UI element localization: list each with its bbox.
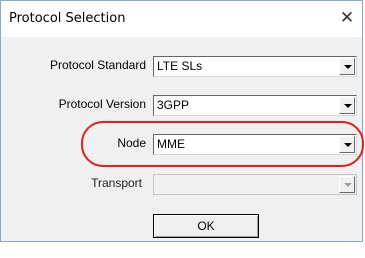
close-icon[interactable]: ✕ (336, 7, 358, 29)
node-dropdown-button[interactable] (339, 136, 355, 153)
protocol-version-value: 3GPP (157, 98, 190, 112)
node-value: MME (157, 137, 185, 151)
protocol-standard-dropdown[interactable]: LTE SLs (153, 56, 357, 77)
dialog-title: Protocol Selection (9, 11, 126, 26)
ok-button[interactable]: OK (153, 214, 259, 238)
protocol-standard-label: Protocol Standard (49, 58, 146, 72)
chevron-down-icon (344, 65, 352, 69)
protocol-version-dropdown-button[interactable] (339, 97, 355, 114)
protocol-standard-dropdown-button[interactable] (339, 58, 355, 75)
protocol-selection-dialog: Protocol Selection ✕ Protocol Standard L… (0, 0, 364, 242)
transport-dropdown (153, 174, 357, 195)
chevron-down-icon (344, 183, 352, 187)
node-label: Node (117, 136, 146, 150)
title-bar[interactable]: Protocol Selection ✕ (1, 1, 362, 37)
protocol-standard-value: LTE SLs (157, 59, 203, 73)
transport-dropdown-button (339, 176, 355, 193)
transport-label: Transport (91, 176, 142, 190)
protocol-version-label: Protocol Version (58, 97, 146, 111)
chevron-down-icon (344, 143, 352, 147)
node-dropdown[interactable]: MME (153, 134, 357, 155)
protocol-version-dropdown[interactable]: 3GPP (153, 95, 357, 116)
chevron-down-icon (344, 104, 352, 108)
